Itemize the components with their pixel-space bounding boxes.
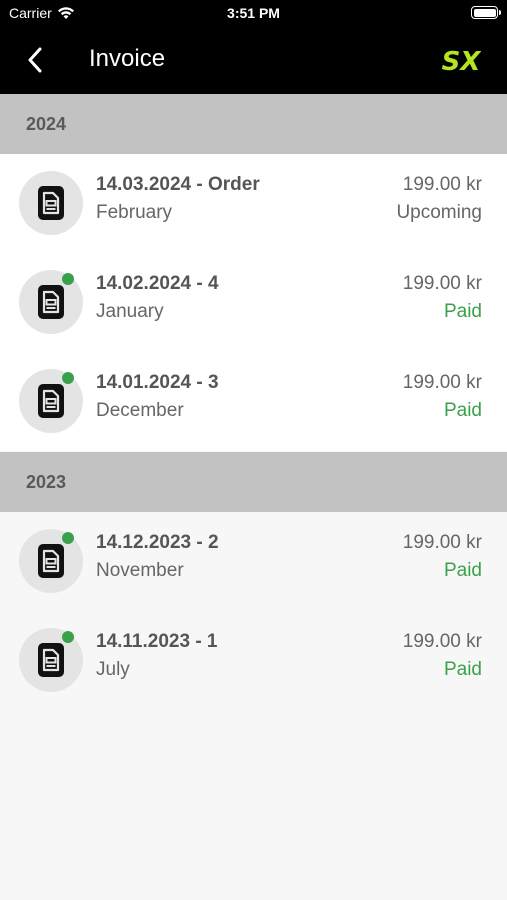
section-year: 2023	[26, 472, 67, 492]
document-icon	[38, 384, 64, 418]
invoice-amount: 199.00 kr	[402, 372, 482, 393]
document-icon	[38, 544, 64, 578]
invoice-period: December	[96, 400, 184, 421]
invoice-amount: 199.00 kr	[402, 631, 482, 652]
invoice-avatar	[19, 529, 83, 593]
invoice-status: Upcoming	[396, 202, 482, 223]
section-header: 2024	[0, 94, 507, 154]
invoice-title: 14.03.2024 - Order	[96, 174, 260, 195]
invoice-row[interactable]: 14.02.2024 - 4 January 199.00 kr Paid	[0, 253, 507, 352]
invoice-title: 14.12.2023 - 2	[96, 532, 219, 553]
chevron-left-icon	[28, 47, 42, 73]
invoice-status: Paid	[443, 560, 482, 581]
invoice-amount: 199.00 kr	[402, 532, 482, 553]
invoice-amount: 199.00 kr	[402, 273, 482, 294]
document-icon	[38, 285, 64, 319]
unread-dot	[62, 532, 74, 544]
status-time: 3:51 PM	[227, 5, 280, 21]
back-button[interactable]	[20, 42, 50, 78]
invoice-amount: 199.00 kr	[402, 174, 482, 195]
top-bar: Carrier 3:51 PM Invoice SX	[0, 0, 507, 94]
invoice-avatar	[19, 369, 83, 433]
document-icon	[38, 186, 64, 220]
page-title: Invoice	[89, 45, 166, 72]
invoice-list: 14.12.2023 - 2 November 199.00 kr Paid 1…	[0, 512, 507, 710]
invoice-status: Paid	[443, 659, 482, 680]
section-year: 2024	[26, 114, 67, 134]
unread-dot	[62, 273, 74, 285]
invoice-status: Paid	[443, 400, 482, 421]
invoice-row[interactable]: 14.03.2024 - Order February 199.00 kr Up…	[0, 154, 507, 253]
status-bar: Carrier 3:51 PM	[0, 0, 507, 28]
invoice-avatar	[19, 628, 83, 692]
svg-text:SX: SX	[442, 47, 481, 77]
nav-bar: Invoice SX	[0, 28, 507, 94]
invoice-list: 14.03.2024 - Order February 199.00 kr Up…	[0, 154, 507, 451]
invoice-period: January	[96, 301, 164, 322]
invoice-avatar	[19, 171, 83, 235]
unread-dot	[62, 372, 74, 384]
invoice-title: 14.11.2023 - 1	[96, 631, 218, 652]
invoice-status: Paid	[443, 301, 482, 322]
unread-dot	[62, 631, 74, 643]
battery-icon	[471, 6, 501, 19]
section-header: 2023	[0, 452, 507, 512]
invoice-avatar	[19, 270, 83, 334]
sx-logo: SX	[442, 47, 481, 77]
invoice-title: 14.01.2024 - 3	[96, 372, 219, 393]
document-icon	[38, 643, 64, 677]
invoice-title: 14.02.2024 - 4	[96, 273, 219, 294]
invoice-period: November	[96, 560, 184, 581]
invoice-row[interactable]: 14.11.2023 - 1 July 199.00 kr Paid	[0, 611, 507, 710]
invoice-period: July	[96, 659, 130, 680]
invoice-period: February	[96, 202, 173, 223]
invoice-row[interactable]: 14.01.2024 - 3 December 199.00 kr Paid	[0, 352, 507, 451]
invoice-row[interactable]: 14.12.2023 - 2 November 199.00 kr Paid	[0, 512, 507, 611]
